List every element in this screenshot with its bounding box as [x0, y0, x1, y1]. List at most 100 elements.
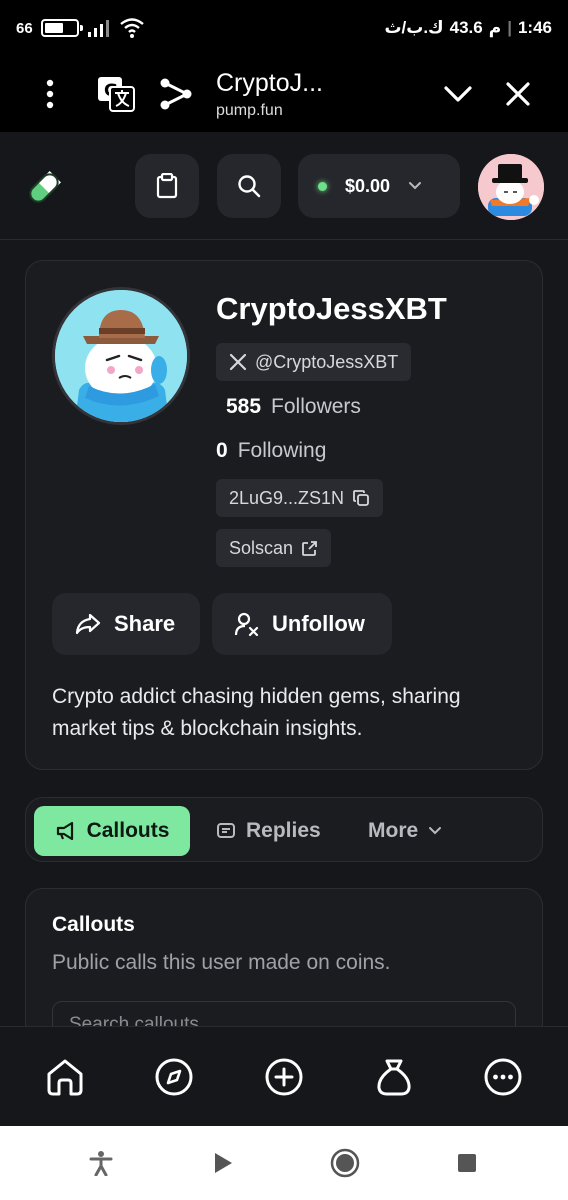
chevron-down-icon [429, 827, 442, 835]
translate-icon: G [98, 77, 135, 112]
unfollow-label: Unfollow [272, 611, 365, 636]
money-bag-icon [377, 1059, 411, 1095]
followers-count: 585 [226, 395, 262, 418]
home-icon [47, 1059, 83, 1095]
play-button[interactable] [203, 1143, 243, 1183]
search-icon [238, 175, 261, 198]
system-navigation-bar [0, 1126, 568, 1200]
network-speed: 43.6 [449, 18, 483, 37]
share-nodes-icon [160, 78, 192, 110]
profile-bio: Crypto addict chasing hidden gems, shari… [52, 685, 461, 740]
status-right: ك.ب/ث 43.6 م | 1:46 [384, 18, 552, 38]
clock: 1:46 [517, 18, 552, 37]
clipboard-icon [156, 173, 178, 199]
pill-logo[interactable] [22, 166, 66, 210]
pill-logo-icon [29, 171, 61, 203]
tab-replies[interactable]: Replies [216, 806, 321, 856]
home-system-button[interactable] [325, 1143, 365, 1183]
x-handle-chip[interactable]: @CryptoJessXBT [216, 343, 412, 381]
chevron-down-icon [444, 86, 472, 102]
more-circle-icon [484, 1058, 522, 1095]
profile-name: CryptoJessXBT [216, 291, 447, 326]
accessibility-icon [89, 1151, 113, 1176]
collapse-button[interactable] [428, 64, 488, 124]
translate-button[interactable]: G [86, 64, 146, 124]
copy-icon [353, 490, 369, 506]
profile-avatar [52, 287, 190, 425]
clipboard-button[interactable] [135, 154, 199, 218]
nav-create[interactable] [254, 1047, 314, 1107]
wallet-address-chip[interactable]: 2LuG9...ZS1N [216, 479, 384, 517]
battery-percent: 66 [16, 19, 33, 37]
bottom-nav [0, 1026, 568, 1126]
recents-button[interactable] [447, 1143, 487, 1183]
compass-icon [155, 1058, 193, 1095]
browser-toolbar: G CryptoJ... pump.fun [0, 56, 568, 132]
tab-callouts-label: Callouts [86, 819, 170, 842]
following-label: Following [237, 439, 327, 462]
app-header: $0.00 [0, 132, 568, 240]
plus-circle-icon [265, 1058, 303, 1095]
x-handle: @CryptoJessXBT [255, 351, 399, 372]
share-tab-button[interactable] [146, 64, 206, 124]
following-stat[interactable]: 0 Following [216, 439, 326, 463]
followers-label: Followers [271, 395, 361, 418]
tab-url: pump.fun [216, 101, 283, 119]
am-pm: م [488, 18, 502, 37]
nav-rewards[interactable] [364, 1047, 424, 1107]
callouts-search-input[interactable]: Search callouts... [52, 1001, 516, 1026]
wallet-balance-button[interactable]: $0.00 [298, 154, 460, 218]
connection-dot [318, 181, 327, 191]
account-avatar[interactable] [478, 154, 544, 220]
user-remove-icon [234, 612, 259, 637]
wifi-icon [119, 18, 144, 38]
battery-icon [40, 19, 83, 37]
external-link-icon [302, 540, 317, 556]
wallet-address: 2LuG9...ZS1N [229, 487, 345, 508]
profile-avatar-image [55, 290, 187, 422]
share-label: Share [114, 611, 176, 636]
chevron-down-icon [409, 182, 422, 190]
network-speed-unit: ك.ب/ث [384, 18, 444, 37]
unfollow-button[interactable]: Unfollow [212, 593, 392, 655]
close-icon [506, 82, 530, 106]
nav-home[interactable] [35, 1047, 95, 1107]
status-left: 66 [16, 17, 145, 39]
solscan-label: Solscan [229, 537, 294, 558]
share-button[interactable]: Share [52, 593, 200, 655]
callouts-title: Callouts [52, 913, 135, 936]
signal-icon [87, 20, 109, 37]
play-icon [215, 1153, 232, 1173]
tab-more-label: More [368, 819, 419, 842]
following-count: 0 [216, 439, 228, 462]
share-arrow-icon [75, 613, 101, 635]
search-button[interactable] [217, 154, 281, 218]
solscan-link[interactable]: Solscan [216, 529, 332, 567]
profile-tabs: Callouts Replies More [25, 797, 543, 862]
tab-more[interactable]: More [368, 806, 442, 856]
accessibility-button[interactable] [81, 1143, 121, 1183]
x-logo-icon [229, 353, 247, 371]
status-divider: | [507, 18, 512, 37]
avatar-image [478, 154, 544, 220]
tab-callouts[interactable]: Callouts [34, 806, 190, 856]
tab-title: CryptoJ... [216, 68, 323, 97]
close-button[interactable] [488, 64, 548, 124]
megaphone-icon [56, 821, 73, 841]
page-title-area[interactable]: CryptoJ... pump.fun [206, 69, 428, 120]
wallet-balance: $0.00 [345, 175, 391, 196]
nav-more[interactable] [473, 1047, 533, 1107]
square-icon [458, 1154, 476, 1172]
vertical-dots-icon [46, 79, 54, 109]
callouts-section: Callouts Public calls this user made on … [25, 888, 543, 1026]
status-bar: 66 ك.ب/ث 43.6 م | 1:46 [0, 0, 568, 56]
profile-card: CryptoJessXBT @CryptoJessXBT 585 Follower… [25, 260, 543, 770]
main-content: CryptoJessXBT @CryptoJessXBT 585 Follower… [0, 240, 568, 1026]
message-icon [217, 823, 235, 838]
nav-explore[interactable] [144, 1047, 204, 1107]
overflow-menu-button[interactable] [20, 64, 80, 124]
home-circle-icon [330, 1148, 360, 1178]
callouts-subtitle: Public calls this user made on coins. [52, 951, 391, 974]
followers-stat[interactable]: 585 Followers [226, 395, 361, 419]
tab-replies-label: Replies [246, 819, 321, 842]
